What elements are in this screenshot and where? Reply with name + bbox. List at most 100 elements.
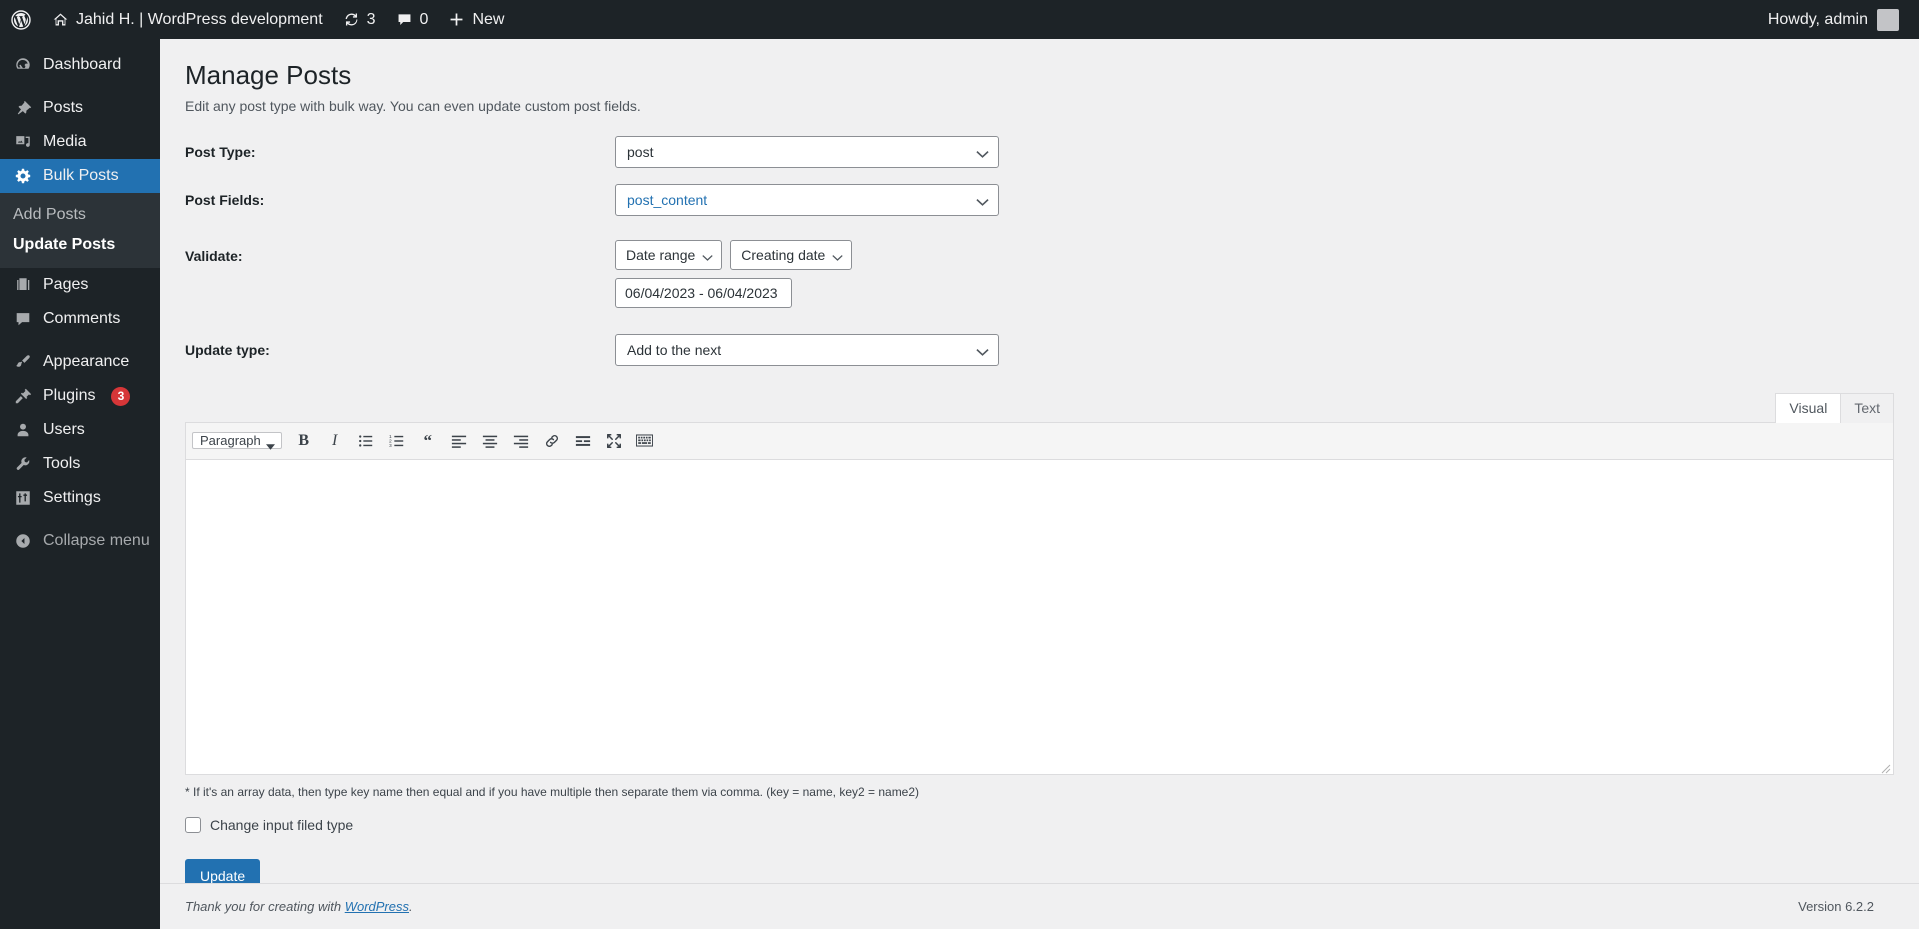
post-type-label: Post Type:	[185, 143, 256, 160]
date-range-input[interactable]	[615, 277, 792, 308]
sidebar-item-label: Appearance	[43, 353, 130, 370]
comments-count: 0	[419, 10, 429, 28]
update-type-control: Add to the next	[615, 333, 1894, 366]
dashboard-icon	[13, 55, 33, 75]
paragraph-format-select[interactable]: Paragraph	[192, 431, 282, 449]
wordpress-link[interactable]: WordPress	[345, 899, 409, 914]
date-basis-select-wrap: Creating date	[730, 239, 853, 270]
manage-posts-form: Post Type: post Post Fields: post_conten…	[185, 135, 1894, 366]
validate-selects: Date range Creating date	[615, 239, 1894, 270]
change-input-type-label: Change input filed type	[210, 816, 354, 833]
sidebar-item-dashboard[interactable]: Dashboard	[0, 48, 160, 82]
my-account-menu[interactable]: Howdy, admin	[1758, 0, 1919, 39]
updates-menu[interactable]: 3	[333, 0, 386, 39]
post-fields-control: post_content	[615, 183, 1894, 216]
post-fields-row: Post Fields: post_content	[185, 183, 1894, 216]
plugins-update-badge: 3	[111, 386, 131, 406]
sidebar-item-posts[interactable]: Posts	[0, 91, 160, 125]
admin-bar: Jahid H. | WordPress development 3 0 New…	[0, 0, 1919, 39]
post-type-row: Post Type: post	[185, 135, 1894, 168]
sidebar-item-label: Pages	[43, 276, 89, 293]
align-left-icon[interactable]	[445, 428, 473, 454]
wordpress-logo-icon	[11, 9, 31, 30]
editor-toolbar: Paragraph B I 1 2 3 “	[186, 422, 1893, 460]
date-basis-select[interactable]: Creating date	[730, 239, 853, 270]
sidebar-separator	[0, 515, 160, 524]
paragraph-format-wrap: Paragraph	[192, 429, 287, 453]
sidebar-item-media[interactable]: Media	[0, 125, 160, 159]
insert-link-icon[interactable]	[538, 428, 566, 454]
tab-visual[interactable]: Visual	[1775, 392, 1842, 423]
align-right-icon[interactable]	[507, 428, 535, 454]
collapse-arrow-icon	[13, 531, 33, 551]
howdy-label: Howdy, admin	[1767, 10, 1868, 28]
sidebar-item-update-posts[interactable]: Update Posts	[0, 230, 160, 260]
sidebar-item-label: Users	[43, 421, 85, 438]
update-type-label: Update type:	[185, 341, 270, 358]
collapse-menu-button[interactable]: Collapse menu	[0, 524, 160, 558]
post-fields-select[interactable]: post_content	[615, 183, 999, 216]
sidebar-item-plugins[interactable]: Plugins 3	[0, 379, 160, 413]
footer-thanks: Thank you for creating with WordPress.	[185, 899, 413, 914]
change-input-type-row[interactable]: Change input filed type	[185, 816, 1894, 833]
update-type-row: Update type: Add to the next	[185, 333, 1894, 366]
footer-thanks-prefix: Thank you for creating with	[185, 899, 345, 914]
page-title: Manage Posts	[185, 60, 352, 90]
sidebar-item-settings[interactable]: Settings	[0, 481, 160, 515]
footer-thanks-suffix: .	[409, 899, 413, 914]
main-content: Manage Posts Edit any post type with bul…	[160, 39, 1919, 929]
sidebar-item-pages[interactable]: Pages	[0, 268, 160, 302]
site-name-menu[interactable]: Jahid H. | WordPress development	[42, 0, 333, 39]
wordpress-logo-button[interactable]	[0, 0, 42, 39]
sidebar-item-label: Bulk Posts	[43, 167, 119, 184]
update-type-select-wrap: Add to the next	[615, 333, 999, 366]
user-icon	[13, 420, 33, 440]
tab-text[interactable]: Text	[1840, 392, 1894, 423]
validate-row: Validate: Date range Creating date	[185, 239, 1894, 308]
pin-icon	[13, 98, 33, 118]
italic-icon[interactable]: I	[321, 428, 349, 454]
sidebar-item-add-posts[interactable]: Add Posts	[0, 200, 160, 230]
keyboard-shortcuts-icon[interactable]	[631, 428, 659, 454]
sidebar-item-comments[interactable]: Comments	[0, 302, 160, 336]
sidebar-item-tools[interactable]: Tools	[0, 447, 160, 481]
avatar	[1877, 8, 1899, 31]
updates-count: 3	[366, 10, 376, 28]
footer-version: Version 6.2.2	[1798, 899, 1874, 914]
sidebar-item-label: Posts	[43, 99, 84, 116]
pages-icon	[13, 275, 33, 295]
admin-sidebar: Dashboard Posts Media Bulk Posts Add Pos…	[0, 39, 168, 929]
svg-text:3: 3	[389, 443, 392, 449]
read-more-icon[interactable]	[569, 428, 597, 454]
update-type-select[interactable]: Add to the next	[615, 333, 999, 366]
comments-menu[interactable]: 0	[386, 0, 439, 39]
resize-handle-icon[interactable]	[1881, 762, 1891, 774]
media-icon	[13, 132, 33, 152]
sidebar-item-users[interactable]: Users	[0, 413, 160, 447]
range-type-select[interactable]: Date range	[615, 239, 723, 270]
plug-icon	[13, 386, 33, 406]
sidebar-item-label: Dashboard	[43, 56, 122, 73]
sidebar-item-bulk-posts[interactable]: Bulk Posts	[0, 159, 168, 193]
post-type-control: post	[615, 135, 1894, 168]
numbered-list-icon[interactable]: 1 2 3	[383, 428, 411, 454]
change-input-type-checkbox[interactable]	[185, 816, 201, 833]
sidebar-top-spacer	[0, 39, 160, 48]
post-fields-select-wrap: post_content	[615, 183, 999, 216]
fullscreen-icon[interactable]	[600, 428, 628, 454]
site-name-label: Jahid H. | WordPress development	[76, 10, 323, 28]
post-type-select[interactable]: post	[615, 135, 999, 168]
sidebar-submenu-bulk-posts: Add Posts Update Posts	[0, 193, 160, 268]
sidebar-item-label: Tools	[43, 455, 81, 472]
content-editor: Visual Text Paragraph B I 1 2 3 “ * If i…	[185, 392, 1894, 894]
sidebar-item-label: Plugins	[43, 387, 96, 404]
bulleted-list-icon[interactable]	[352, 428, 380, 454]
editor-content-area[interactable]	[186, 459, 1893, 774]
array-data-help-note: * If it's an array data, then type key n…	[185, 784, 920, 799]
new-content-menu[interactable]: New	[438, 0, 514, 39]
sidebar-item-appearance[interactable]: Appearance	[0, 345, 160, 379]
blockquote-icon[interactable]: “	[414, 428, 442, 454]
align-center-icon[interactable]	[476, 428, 504, 454]
new-content-label: New	[472, 10, 505, 28]
bold-icon[interactable]: B	[290, 428, 318, 454]
